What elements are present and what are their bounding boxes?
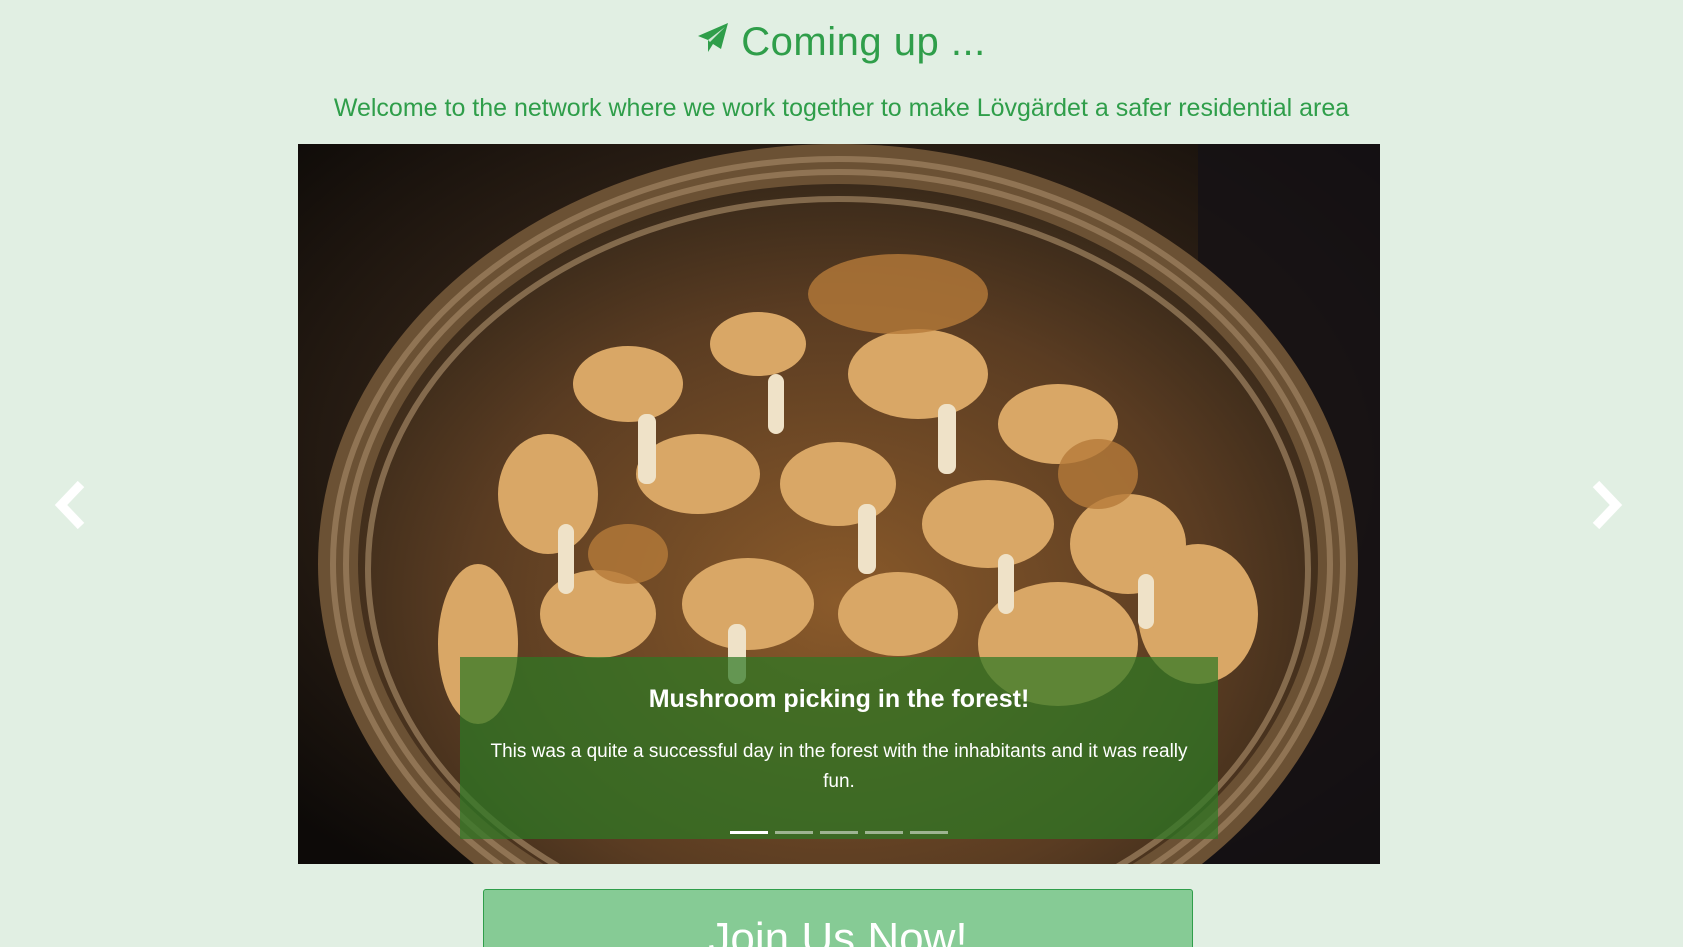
carousel-indicator-4[interactable] bbox=[865, 831, 903, 834]
image-carousel[interactable]: Mushroom picking in the forest! This was… bbox=[298, 144, 1380, 864]
page: Coming up ... Welcome to the network whe… bbox=[0, 0, 1683, 947]
carousel-indicator-5[interactable] bbox=[910, 831, 948, 834]
page-title: Coming up ... bbox=[741, 20, 986, 64]
page-heading: Coming up ... bbox=[0, 14, 1683, 70]
chevron-right-icon bbox=[1592, 480, 1623, 530]
chevron-left-icon bbox=[54, 480, 85, 530]
caption-text: This was a quite a successful day in the… bbox=[490, 741, 1188, 792]
paper-plane-icon bbox=[697, 13, 729, 69]
carousel-prev-button[interactable] bbox=[47, 478, 97, 532]
page-subtitle: Welcome to the network where we work tog… bbox=[333, 94, 1350, 122]
carousel-indicators bbox=[298, 827, 1380, 839]
caption-title: Mushroom picking in the forest! bbox=[648, 685, 1030, 713]
carousel-caption: Mushroom picking in the forest! This was… bbox=[460, 657, 1218, 839]
carousel-next-button[interactable] bbox=[1580, 478, 1630, 532]
carousel-indicator-3[interactable] bbox=[820, 831, 858, 834]
join-us-button[interactable]: Join Us Now! bbox=[483, 889, 1193, 947]
carousel-indicator-2[interactable] bbox=[775, 831, 813, 834]
carousel-indicator-1[interactable] bbox=[730, 831, 768, 834]
